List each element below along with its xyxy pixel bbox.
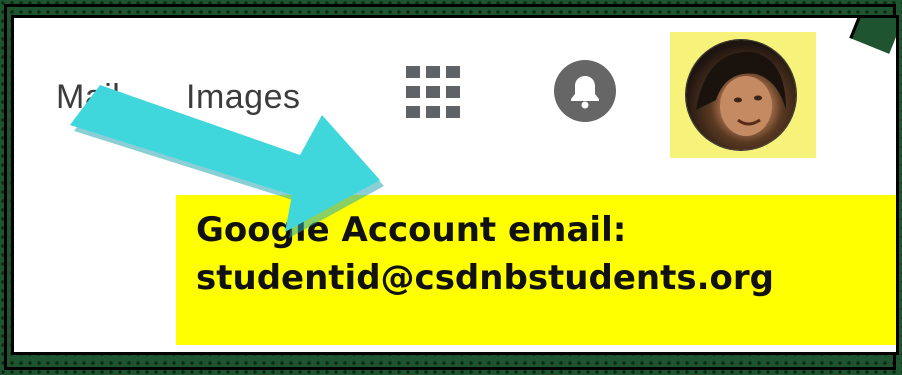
- apps-dot: [426, 66, 440, 78]
- apps-dot: [426, 86, 440, 98]
- avatar-photo: [696, 51, 786, 136]
- callout-text: Google Account email: studentid@csdnbstu…: [196, 206, 876, 302]
- apps-dot: [446, 66, 460, 78]
- apps-dot: [446, 106, 460, 118]
- apps-grid-icon[interactable]: [406, 66, 462, 120]
- callout-line-2: studentid@csdnbstudents.org: [196, 258, 774, 298]
- images-link[interactable]: Images: [186, 78, 301, 117]
- account-avatar[interactable]: [686, 40, 796, 150]
- apps-dot: [406, 86, 420, 98]
- bell-icon: [571, 76, 599, 109]
- corner-fold: [849, 18, 896, 54]
- mail-link[interactable]: Mail: [56, 78, 120, 117]
- apps-dot: [406, 106, 420, 118]
- callout-line-1: Google Account email:: [196, 210, 627, 250]
- apps-dot: [446, 86, 460, 98]
- apps-dot: [426, 106, 440, 118]
- apps-dot: [406, 66, 420, 78]
- notifications-bell-icon[interactable]: [554, 60, 616, 122]
